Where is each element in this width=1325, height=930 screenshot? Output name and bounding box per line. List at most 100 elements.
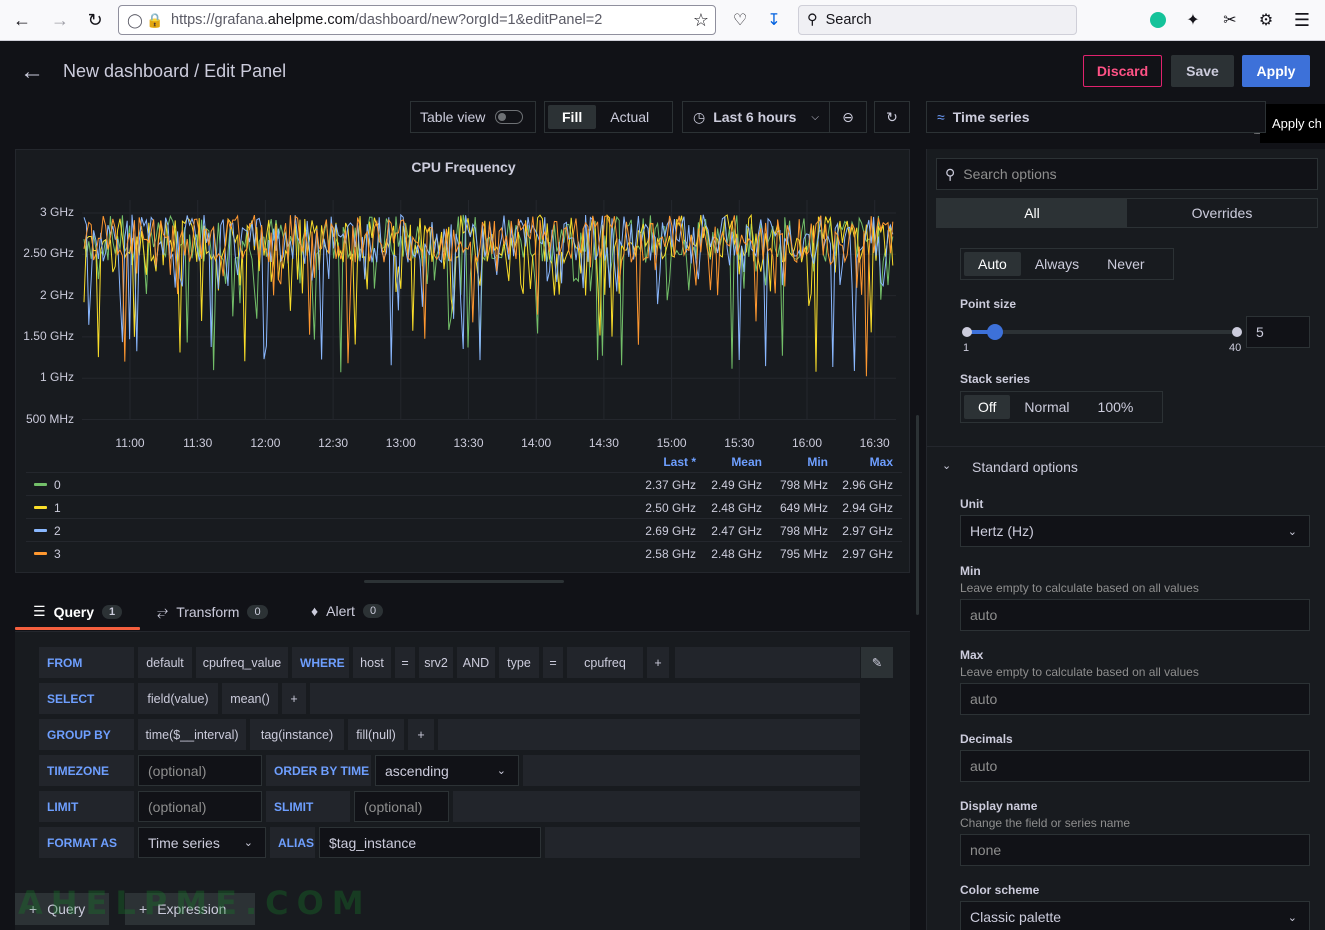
max-input[interactable]: auto	[960, 683, 1310, 715]
stack-off[interactable]: Off	[964, 395, 1011, 419]
discard-button[interactable]: Discard	[1083, 55, 1162, 87]
format-as-select[interactable]: Time series ⌄	[138, 827, 266, 858]
legend-mean: 2.47 GHz	[711, 524, 762, 538]
point-size-input[interactable]: 5	[1246, 316, 1310, 348]
apply-button[interactable]: Apply	[1242, 55, 1310, 87]
select-field-segment[interactable]: field(value)	[138, 683, 218, 714]
browser-search[interactable]: ⚲ Search	[798, 5, 1077, 35]
max-description: Leave empty to calculate based on all va…	[960, 665, 1199, 679]
where-tag-value[interactable]: cpufreq	[567, 647, 643, 678]
reload-icon[interactable]: ↻	[81, 6, 109, 34]
legend-header-min[interactable]: Min	[768, 455, 828, 469]
add-select-button[interactable]: +	[282, 683, 306, 714]
table-view-toggle[interactable]: Table view	[410, 101, 536, 133]
divider	[927, 446, 1325, 447]
where-tag-key[interactable]: host	[353, 647, 391, 678]
legend-last: 2.37 GHz	[645, 478, 696, 492]
legend-row[interactable]: 0 2.37 GHz 2.49 GHz 798 MHz 2.96 GHz	[26, 472, 902, 495]
grammarly-icon[interactable]	[1146, 8, 1170, 32]
forward-icon[interactable]: →	[46, 6, 74, 34]
show-points-always[interactable]: Always	[1021, 252, 1093, 276]
slimit-keyword: SLIMIT	[266, 791, 350, 822]
color-scheme-select[interactable]: Classic palette ⌄	[960, 901, 1310, 930]
unit-select[interactable]: Hertz (Hz) ⌄	[960, 515, 1310, 547]
x-axis-tick: 14:30	[588, 436, 619, 450]
stack-normal[interactable]: Normal	[1010, 395, 1083, 419]
refresh-button[interactable]: ↻	[874, 101, 910, 133]
extensions-icon[interactable]: ⚙	[1254, 8, 1278, 32]
fill-option[interactable]: Fill	[548, 105, 597, 129]
save-button[interactable]: Save	[1171, 55, 1234, 87]
point-size-track[interactable]	[967, 330, 1237, 334]
point-size-min: 1	[963, 342, 970, 354]
add-where-button[interactable]: +	[647, 647, 669, 678]
transform-icon: ⥂	[157, 603, 169, 619]
legend-row[interactable]: 2 2.69 GHz 2.47 GHz 798 MHz 2.97 GHz	[26, 518, 902, 541]
zoom-out-button[interactable]: ⊖	[829, 101, 867, 133]
edit-query-text-button[interactable]: ✎	[861, 647, 893, 678]
visualization-picker[interactable]: ≈ Time series	[926, 101, 1266, 133]
chevron-down-icon[interactable]: ⌄	[942, 459, 951, 472]
retention-policy-segment[interactable]: default	[138, 647, 192, 678]
tab-transform[interactable]: ⥂ Transform 0	[157, 603, 268, 620]
legend-header-mean[interactable]: Mean	[702, 455, 762, 469]
show-points-radio: Auto Always Never	[960, 248, 1174, 280]
where-tag-key[interactable]: type	[499, 647, 539, 678]
slimit-input[interactable]: (optional)	[354, 791, 449, 822]
point-size-handle[interactable]	[987, 324, 1003, 340]
table-view-switch[interactable]	[495, 110, 524, 124]
actual-option[interactable]: Actual	[596, 105, 663, 129]
legend-header-max[interactable]: Max	[833, 455, 893, 469]
group-by-time-segment[interactable]: time($__interval)	[138, 719, 246, 750]
standard-options-header[interactable]: Standard options	[972, 459, 1078, 475]
timezone-input[interactable]: (optional)	[138, 755, 262, 786]
legend-min: 798 MHz	[779, 478, 828, 492]
show-points-auto[interactable]: Auto	[964, 252, 1021, 276]
limit-input[interactable]: (optional)	[138, 791, 262, 822]
time-range-label: Last 6 hours	[713, 109, 797, 125]
alias-keyword: ALIAS	[270, 827, 315, 858]
where-condition[interactable]: AND	[457, 647, 495, 678]
legend-row[interactable]: 3 2.58 GHz 2.48 GHz 795 MHz 2.97 GHz	[26, 541, 902, 564]
tab-alert[interactable]: ♦ Alert 0	[311, 603, 384, 619]
legend-mean: 2.48 GHz	[711, 501, 762, 515]
group-by-fill-segment[interactable]: fill(null)	[348, 719, 404, 750]
tab-query-count: 1	[102, 604, 123, 619]
tab-transform-count: 0	[247, 604, 268, 619]
legend-row[interactable]: 1 2.50 GHz 2.48 GHz 649 MHz 2.94 GHz	[26, 495, 902, 518]
decimals-input[interactable]: auto	[960, 750, 1310, 782]
x-axis-tick: 15:00	[656, 436, 687, 450]
tab-overrides[interactable]: Overrides	[1127, 199, 1317, 227]
measurement-segment[interactable]: cpufreq_value	[196, 647, 288, 678]
tab-query[interactable]: ☰ Query 1	[33, 603, 123, 620]
order-by-time-select[interactable]: ascending ⌄	[375, 755, 519, 786]
group-by-tag-segment[interactable]: tag(instance)	[250, 719, 344, 750]
menu-icon[interactable]: ☰	[1290, 8, 1314, 32]
time-range-picker[interactable]: ◷ Last 6 hours ⌵	[682, 101, 830, 133]
screenshot-icon[interactable]: ✂	[1218, 8, 1242, 32]
display-name-input[interactable]: none	[960, 834, 1310, 866]
stack-100[interactable]: 100%	[1084, 395, 1148, 419]
where-operator[interactable]: =	[395, 647, 415, 678]
tab-all[interactable]: All	[937, 199, 1127, 227]
url-bar[interactable]: ◯ 🔒 https://grafana.ahelpme.com/dashboar…	[118, 5, 716, 35]
pocket-icon[interactable]: ♡	[728, 8, 752, 32]
from-keyword: FROM	[39, 647, 134, 678]
where-operator[interactable]: =	[543, 647, 563, 678]
min-input[interactable]: auto	[960, 599, 1310, 631]
show-points-never[interactable]: Never	[1093, 252, 1158, 276]
pane-splitter[interactable]	[916, 415, 919, 615]
extension-icon[interactable]: ✦	[1181, 8, 1205, 32]
add-group-by-button[interactable]: +	[408, 719, 434, 750]
legend-header-last[interactable]: Last *	[636, 455, 696, 469]
downloads-icon[interactable]: ↧	[762, 8, 786, 32]
back-icon[interactable]: ←	[8, 6, 36, 34]
where-tag-value[interactable]: srv2	[419, 647, 453, 678]
bookmark-star-icon[interactable]: ☆	[693, 10, 709, 31]
select-function-segment[interactable]: mean()	[222, 683, 278, 714]
chevron-down-icon: ⌄	[243, 837, 253, 849]
search-options-input[interactable]: ⚲ Search options	[936, 158, 1318, 190]
alias-input[interactable]: $tag_instance	[319, 827, 541, 858]
panel-resize-handle[interactable]	[364, 580, 564, 583]
back-arrow-icon[interactable]: ←	[20, 58, 44, 86]
